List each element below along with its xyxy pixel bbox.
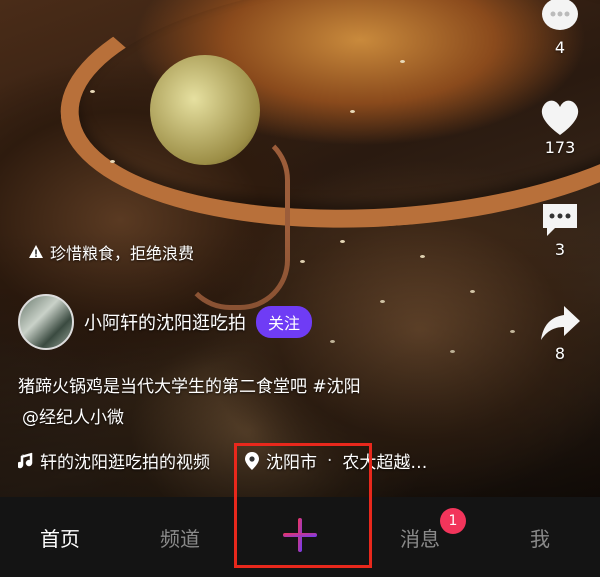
author-row: 小阿轩的沈阳逛吃拍 关注 [18, 294, 313, 350]
comment-button[interactable]: 3 [538, 200, 582, 259]
location-pin-icon [245, 451, 259, 470]
share-icon [541, 306, 580, 340]
follow-button[interactable]: 关注 [256, 306, 313, 338]
avatar[interactable] [18, 294, 74, 350]
location-city: 沈阳市 [266, 453, 317, 473]
author-name[interactable]: 小阿轩的沈阳逛吃拍 [84, 309, 246, 335]
music-note-icon [18, 452, 33, 468]
sesame-seed [400, 60, 405, 63]
caption-text: 猪蹄火锅鸡是当代大学生的第二食堂吧 [18, 377, 307, 397]
like-count: 173 [544, 138, 576, 157]
mention-link[interactable]: @经纪人小微 [22, 403, 124, 428]
hashtag-link[interactable]: #沈阳 [312, 377, 360, 397]
nav-channel[interactable]: 频道 [120, 497, 240, 577]
like-button[interactable]: 173 [538, 96, 582, 157]
nav-home[interactable]: 首页 [0, 497, 120, 577]
sesame-seed [350, 110, 355, 113]
nav-messages[interactable]: 消息 [360, 497, 480, 577]
food-waste-warning: 珍惜粮食，拒绝浪费 [28, 240, 194, 264]
heart-icon [541, 100, 579, 135]
location-place: 农大超越… [342, 453, 428, 473]
comment-icon [543, 204, 577, 236]
share-button[interactable]: 8 [538, 302, 582, 363]
music-row[interactable]: 轩的沈阳逛吃拍的视频 [18, 448, 240, 473]
warning-icon [29, 245, 43, 258]
sesame-seed [90, 90, 95, 93]
pot-rim-image [51, 0, 600, 249]
bottom-nav: 首页 频道 消息 我 [0, 497, 600, 577]
share-count: 8 [554, 344, 566, 363]
nav-me[interactable]: 我 [480, 497, 600, 577]
video-caption: 猪蹄火锅鸡是当代大学生的第二食堂吧 #沈阳 [18, 372, 361, 397]
warning-text: 珍惜粮食，拒绝浪费 [50, 244, 195, 263]
location-row[interactable]: 沈阳市 · 农大超越… [244, 448, 427, 473]
comment-count: 3 [554, 240, 566, 259]
top-action-count: 4 [554, 38, 566, 57]
sesame-seed [110, 160, 115, 163]
location-separator: · [327, 450, 333, 471]
bubble-icon [542, 0, 578, 30]
music-text: 轩的沈阳逛吃拍的视频 [40, 453, 210, 473]
messages-badge: 1 [440, 508, 466, 534]
create-button[interactable] [254, 511, 346, 559]
top-action[interactable]: 4 [538, 0, 582, 57]
plus-icon [283, 518, 317, 552]
